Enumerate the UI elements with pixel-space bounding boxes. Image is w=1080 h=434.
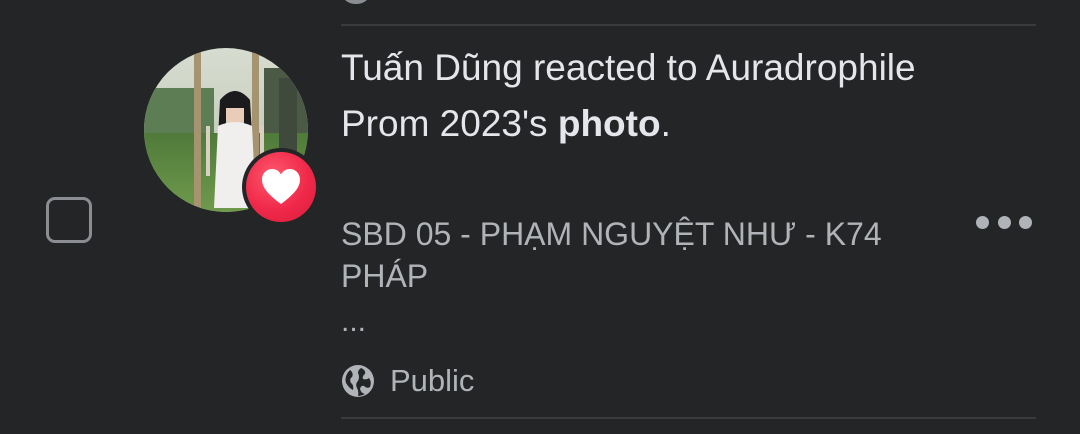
previous-item-privacy-icon (343, 0, 369, 4)
end-punct: . (660, 103, 671, 144)
reaction-badge (242, 148, 320, 226)
notification-screen: Tuấn Dũng reacted to Auradrophile Prom 2… (0, 0, 1080, 434)
preview-ellipsis: ... (341, 305, 367, 338)
heart-icon (262, 169, 300, 204)
more-options-button[interactable] (976, 202, 1032, 242)
more-horizontal-icon-dot (1019, 215, 1032, 229)
privacy-label: Public (390, 363, 475, 398)
action-text: reacted to (522, 47, 706, 88)
globe-icon (342, 365, 374, 397)
target-object: photo (557, 103, 661, 144)
notification-headline[interactable]: Tuấn Dũng reacted to Auradrophile Prom 2… (341, 40, 941, 152)
more-horizontal-icon-dot (976, 215, 989, 229)
divider (341, 24, 1036, 26)
actor-name: Tuấn Dũng (341, 47, 523, 88)
more-horizontal-icon-dot (997, 215, 1011, 229)
privacy-indicator: Public (341, 361, 474, 401)
divider (341, 417, 1036, 419)
select-notification-checkbox[interactable] (46, 197, 92, 243)
notification-preview-text: SBD 05 - PHẠM NGUYỆT NHƯ - K74 PHÁP (341, 216, 882, 294)
reaction-badge-fill (246, 152, 316, 222)
